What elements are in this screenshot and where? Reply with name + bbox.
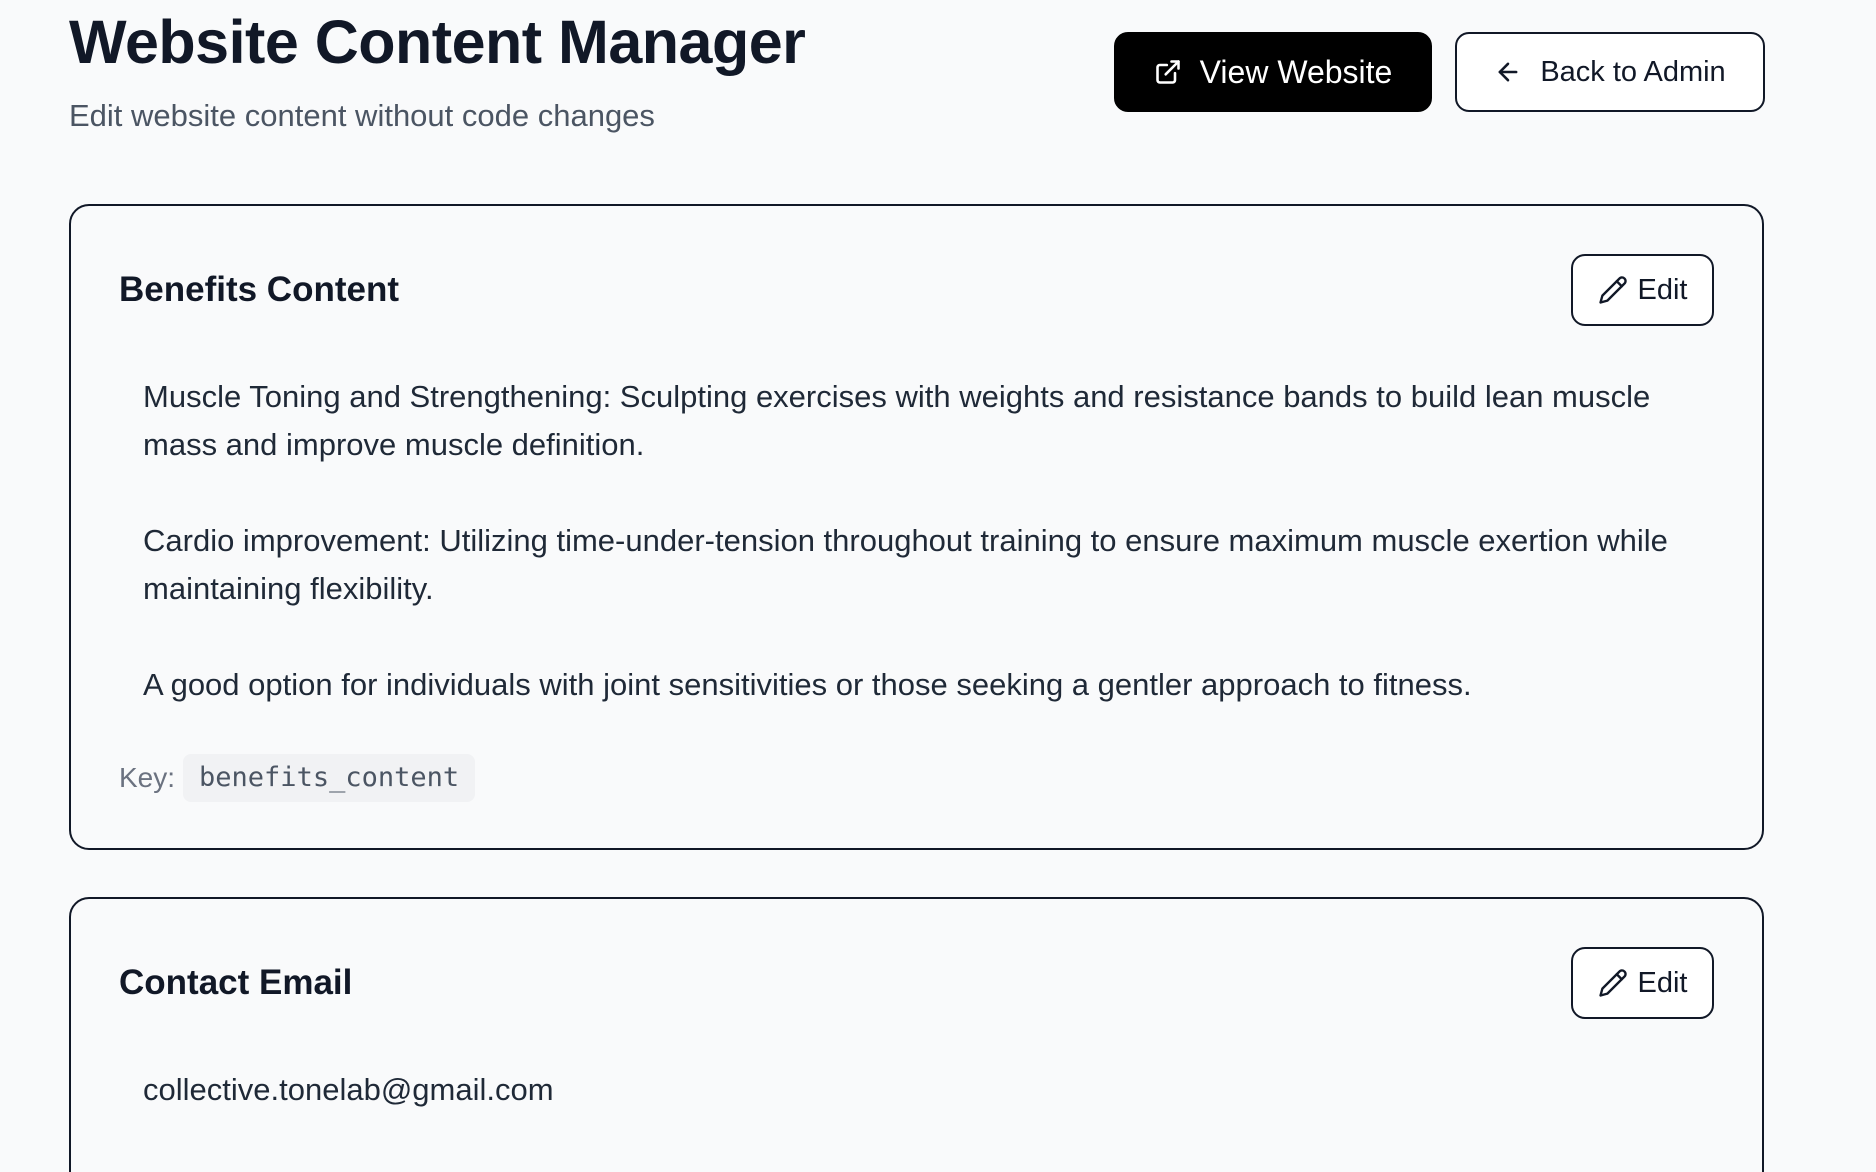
key-label: Key:	[119, 762, 176, 793]
arrow-left-icon	[1494, 58, 1522, 86]
content-key-row: Key: benefits_content	[119, 754, 476, 802]
pencil-icon	[1598, 275, 1628, 305]
view-website-label: View Website	[1199, 53, 1393, 90]
pencil-icon	[1598, 968, 1628, 998]
content-paragraph: A good option for individuals with joint…	[143, 667, 1472, 702]
back-to-admin-button[interactable]: Back to Admin	[1455, 32, 1765, 112]
card-title: Benefits Content	[119, 270, 399, 309]
card-title: Contact Email	[119, 963, 353, 1002]
content-card-contact-email: Contact Email Edit collective.tonelab@gm…	[69, 897, 1764, 1172]
content-preview: collective.tonelab@gmail.com	[143, 1066, 1703, 1114]
content-key-code: benefits_content	[183, 754, 476, 802]
content-card-benefits: Benefits Content Edit Muscle Toning and …	[69, 204, 1764, 850]
page-subtitle: Edit website content without code change…	[69, 98, 655, 133]
content-manager-page: Website Content Manager Edit website con…	[0, 0, 1876, 1172]
page-title: Website Content Manager	[69, 8, 806, 76]
edit-button[interactable]: Edit	[1571, 947, 1714, 1019]
edit-button[interactable]: Edit	[1571, 254, 1714, 326]
page-header: Website Content Manager Edit website con…	[69, 0, 1765, 150]
content-paragraph: Muscle Toning and Strengthening: Sculpti…	[143, 379, 1651, 462]
external-link-icon	[1154, 58, 1182, 86]
view-website-button[interactable]: View Website	[1114, 32, 1432, 112]
content-paragraph: Cardio improvement: Utilizing time-under…	[143, 523, 1668, 606]
content-preview: Muscle Toning and Strengthening: Sculpti…	[143, 373, 1703, 709]
edit-label: Edit	[1637, 273, 1688, 306]
content-paragraph: collective.tonelab@gmail.com	[143, 1072, 554, 1107]
edit-label: Edit	[1637, 966, 1688, 999]
back-to-admin-label: Back to Admin	[1540, 55, 1726, 88]
